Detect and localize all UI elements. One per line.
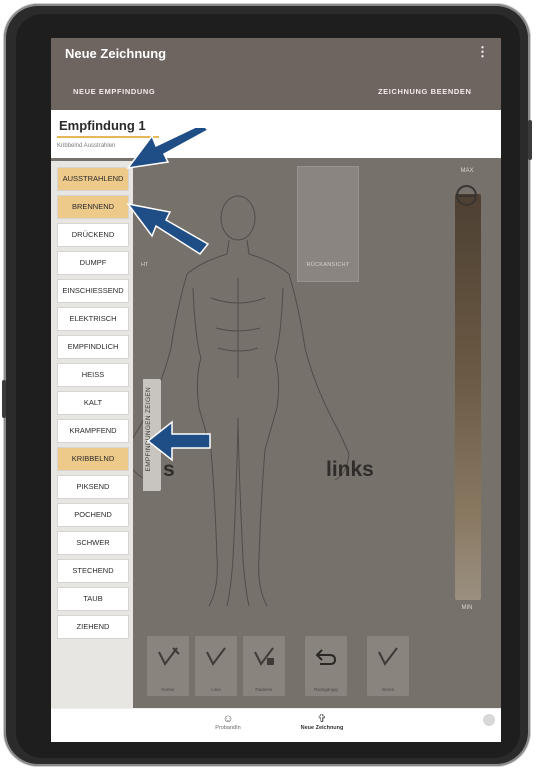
sensation-option[interactable]: KALT (57, 391, 129, 415)
annotation-arrow-ausstrahlend (126, 128, 210, 170)
app-bar: Neue Zeichnung ⋮ NEUE EMPFINDUNG ZEICHNU… (51, 38, 501, 110)
tool-contour-label: Kontur (161, 687, 175, 692)
tool-contour-button[interactable]: Kontur (147, 636, 189, 696)
human-figure-icon: ✞ (317, 713, 327, 725)
side-label-left: links (326, 458, 374, 481)
sensation-option[interactable]: DRÜCKEND (57, 223, 129, 247)
sensation-option[interactable]: TAUB (57, 587, 129, 611)
nav-proband[interactable]: ☺ ProbandIn (205, 713, 251, 731)
annotation-arrow-brennend (126, 202, 210, 255)
app-title: Neue Zeichnung (65, 46, 167, 61)
brush-line-icon (206, 647, 226, 666)
brush-ready-icon (378, 647, 398, 666)
more-vertical-icon[interactable]: ⋮ (476, 44, 489, 60)
slider-max-label: MAX (460, 168, 474, 174)
person-circle-icon: ☺ (222, 713, 234, 725)
intensity-slider-thumb[interactable] (456, 185, 477, 206)
tablet-side-button (2, 380, 6, 418)
slider-min-label: MIN (461, 605, 473, 611)
sensation-option[interactable]: KRIBBELND (57, 447, 129, 471)
brush-outline-icon (158, 647, 180, 666)
finish-drawing-button[interactable]: ZEICHNUNG BEENDEN (378, 87, 472, 96)
tool-line-button[interactable]: Linie (195, 636, 237, 696)
undo-label: Rückgängig (314, 687, 338, 692)
sensation-option[interactable]: ELEKTRISCH (57, 307, 129, 331)
check-icon[interactable] (483, 714, 495, 726)
sensation-option[interactable]: EMPFINDLICH (57, 335, 129, 359)
sensation-option[interactable]: EINSCHIESSEND (57, 279, 129, 303)
nav-new-drawing-label: Neue Zeichnung (300, 725, 344, 731)
sensation-option[interactable]: POCHEND (57, 503, 129, 527)
tool-ready-button[interactable]: Bereit (367, 636, 409, 696)
tablet-volume-button (528, 120, 532, 160)
intensity-slider[interactable] (455, 194, 481, 600)
sensation-option[interactable]: DUMPF (57, 251, 129, 275)
nav-proband-label: ProbandIn (215, 725, 241, 731)
front-view-label: HT (141, 262, 149, 268)
tool-ready-label: Bereit (382, 687, 394, 692)
new-sensation-button[interactable]: NEUE EMPFINDUNG (73, 87, 155, 96)
eraser-icon (254, 647, 274, 666)
sensation-option[interactable]: KRAMPFEND (57, 419, 129, 443)
app-screen: Neue Zeichnung ⋮ NEUE EMPFINDUNG ZEICHNU… (51, 38, 501, 742)
bottom-navigation: ☺ ProbandIn ✞ Neue Zeichnung (51, 708, 501, 742)
sensation-option[interactable]: SCHWER (57, 531, 129, 555)
sensation-option[interactable]: HEISS (57, 363, 129, 387)
sensation-tags: Kribbelnd Ausstrahlen (57, 143, 116, 149)
annotation-arrow-kribbelnd (146, 420, 211, 462)
tool-line-label: Linie (211, 687, 221, 692)
sensation-option[interactable]: ZIEHEND (57, 615, 129, 639)
sensation-header: Empfindung 1 Kribbelnd Ausstrahlen (51, 110, 501, 158)
back-view-label: RÜCKANSICHT (306, 262, 350, 268)
sensations-panel: AUSSTRAHLEND BRENNEND DRÜCKEND DUMPF EIN… (51, 161, 133, 709)
sensation-option[interactable]: BRENNEND (57, 195, 129, 219)
sensation-option[interactable]: STECHEND (57, 559, 129, 583)
sensation-option[interactable]: AUSSTRAHLEND (57, 167, 129, 191)
tool-eraser-button[interactable]: Radierer (243, 636, 285, 696)
undo-button[interactable]: Rückgängig (305, 636, 347, 696)
tool-eraser-label: Radierer (255, 687, 273, 692)
undo-icon (315, 649, 337, 665)
nav-new-drawing[interactable]: ✞ Neue Zeichnung (287, 713, 357, 731)
sensation-option[interactable]: PIKSEND (57, 475, 129, 499)
drawing-toolbar: Kontur Linie Radierer Rückgängig Bereit (147, 636, 409, 700)
